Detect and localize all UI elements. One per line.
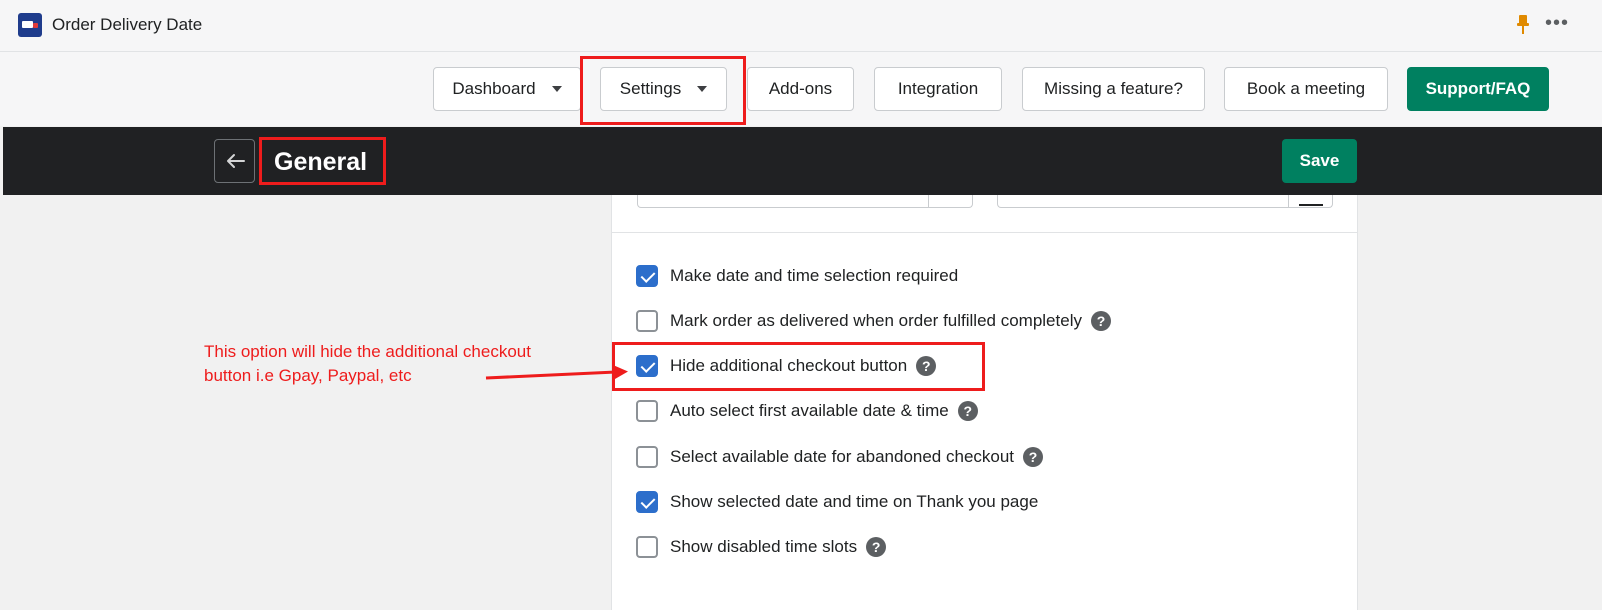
help-icon[interactable]: ? — [1023, 447, 1044, 467]
option-mark-delivered[interactable]: Mark order as delivered when order fulfi… — [636, 309, 1111, 333]
pin-icon[interactable] — [1516, 14, 1530, 36]
annotation-arrow-icon — [485, 365, 628, 380]
dashboard-label: Dashboard — [452, 79, 536, 98]
highlight-box-title — [259, 137, 386, 185]
checkbox[interactable] — [636, 310, 658, 332]
option-abandoned-checkout[interactable]: Select available date for abandoned chec… — [636, 445, 1044, 469]
option-auto-select-date[interactable]: Auto select first available date & time … — [636, 399, 978, 423]
more-options-icon[interactable]: ••• — [1545, 12, 1569, 35]
back-button[interactable] — [214, 139, 255, 183]
dashboard-button[interactable]: Dashboard — [433, 67, 581, 111]
highlight-box-option — [612, 342, 985, 391]
clock-icon[interactable] — [1288, 195, 1332, 208]
option-label: Show disabled time slots — [670, 537, 858, 556]
option-label: Auto select first available date & time — [670, 401, 949, 420]
nav-button-row: Dashboard Settings Add-ons Integration M… — [0, 52, 1602, 126]
divider — [612, 232, 1357, 233]
missing-feature-button[interactable]: Missing a feature? — [1022, 67, 1205, 111]
app-title: Order Delivery Date — [52, 15, 203, 34]
option-label: Select available date for abandoned chec… — [670, 447, 1015, 466]
arrow-left-icon — [226, 154, 245, 168]
help-icon[interactable]: ? — [1090, 311, 1111, 331]
option-label: Mark order as delivered when order fulfi… — [670, 311, 1082, 330]
chevron-down-icon — [551, 86, 562, 92]
integration-button[interactable]: Integration — [874, 67, 1002, 111]
checkbox[interactable] — [636, 536, 658, 558]
support-faq-button[interactable]: Support/FAQ — [1407, 67, 1549, 111]
calendar-icon[interactable] — [928, 195, 972, 208]
help-icon[interactable]: ? — [957, 401, 978, 421]
option-label: Show selected date and time on Thank you… — [670, 492, 1039, 511]
checkbox[interactable] — [636, 491, 658, 513]
app-logo-icon — [18, 13, 42, 37]
add-ons-button[interactable]: Add-ons — [747, 67, 854, 111]
checkbox[interactable] — [636, 446, 658, 468]
book-meeting-button[interactable]: Book a meeting — [1224, 67, 1388, 111]
checkbox[interactable] — [636, 400, 658, 422]
date-field[interactable] — [637, 195, 973, 208]
save-button[interactable]: Save — [1282, 139, 1357, 183]
highlight-box-settings — [580, 56, 746, 125]
annotation-line-1: This option will hide the additional che… — [204, 342, 531, 361]
option-thank-you-page[interactable]: Show selected date and time on Thank you… — [636, 490, 1038, 514]
time-field[interactable] — [997, 195, 1333, 208]
option-disabled-time-slots[interactable]: Show disabled time slots ? — [636, 535, 887, 559]
help-icon[interactable]: ? — [866, 537, 887, 557]
option-label: Make date and time selection required — [670, 266, 959, 285]
checkbox[interactable] — [636, 265, 658, 287]
app-bar: Order Delivery Date ••• — [0, 0, 1602, 52]
option-require-date-time[interactable]: Make date and time selection required — [636, 264, 958, 288]
